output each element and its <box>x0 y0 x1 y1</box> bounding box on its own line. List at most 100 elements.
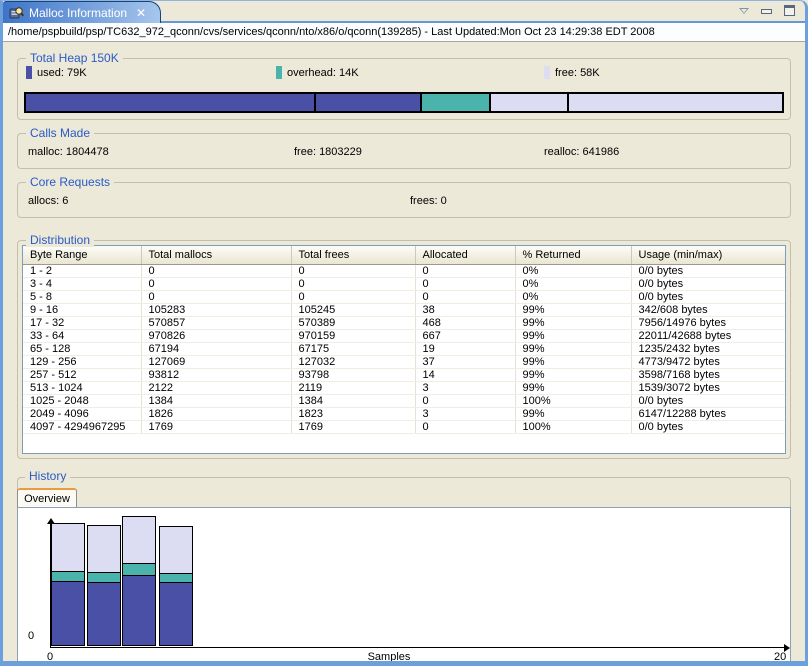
history-bar-segment-overhead <box>122 564 156 576</box>
table-cell: 99% <box>515 355 631 368</box>
column-header[interactable]: Allocated <box>415 246 515 264</box>
table-cell: 5 - 8 <box>23 290 141 303</box>
table-cell: 105283 <box>141 303 291 316</box>
table-row[interactable]: 257 - 51293812937981499%3598/7168 bytes <box>23 368 785 381</box>
column-header[interactable]: % Returned <box>515 246 631 264</box>
table-cell: 0 <box>415 277 515 290</box>
table-cell: 37 <box>415 355 515 368</box>
history-group: History Overview 0 0 20 Samples <box>17 477 791 666</box>
free-color-chip <box>544 66 550 79</box>
x-axis-line <box>50 647 788 648</box>
table-cell: 99% <box>515 342 631 355</box>
table-row[interactable]: 129 - 2561270691270323799%4773/9472 byte… <box>23 355 785 368</box>
table-row[interactable]: 5 - 80000%0/0 bytes <box>23 290 785 303</box>
malloc-information-view: Malloc Information ✕ /home/pspbuild/psp/… <box>0 0 808 666</box>
history-bar-segment-free <box>87 525 121 573</box>
table-cell: 129 - 256 <box>23 355 141 368</box>
maximize-icon[interactable] <box>784 5 795 16</box>
history-chart-bars <box>51 506 251 646</box>
table-cell: 0 <box>415 420 515 433</box>
table-cell: 14 <box>415 368 515 381</box>
column-header[interactable]: Total frees <box>291 246 415 264</box>
column-header[interactable]: Byte Range <box>23 246 141 264</box>
table-cell: 38 <box>415 303 515 316</box>
heap-bar-segment-overhead <box>421 93 491 112</box>
table-row[interactable]: 65 - 12867194671751999%1235/2432 bytes <box>23 342 785 355</box>
distribution-header-row: Byte RangeTotal mallocsTotal freesAlloca… <box>23 246 785 264</box>
table-cell: 100% <box>515 420 631 433</box>
target-path-bar: /home/pspbuild/psp/TC632_972_qconn/cvs/s… <box>3 23 805 42</box>
history-bar-segment-used <box>122 576 156 646</box>
overview-tab-label: Overview <box>24 493 70 505</box>
table-cell: 513 - 1024 <box>23 381 141 394</box>
table-cell: 67194 <box>141 342 291 355</box>
table-row[interactable]: 4097 - 4294967295176917690100%0/0 bytes <box>23 420 785 433</box>
history-chart-panel: 0 0 20 Samples <box>17 507 791 666</box>
distribution-body: 1 - 20000%0/0 bytes3 - 40000%0/0 bytes5 … <box>23 264 785 433</box>
table-row[interactable]: 3 - 40000%0/0 bytes <box>23 277 785 290</box>
total-heap-group: Total Heap 150K used: 79K overhead: 14K … <box>17 58 791 120</box>
table-cell: 4773/9472 bytes <box>631 355 785 368</box>
table-cell: 257 - 512 <box>23 368 141 381</box>
history-bar-segment-overhead <box>159 574 193 583</box>
table-cell: 0 <box>141 277 291 290</box>
core-requests-group: Core Requests allocs: 6 frees: 0 <box>17 182 791 218</box>
table-row[interactable]: 513 - 102421222119399%1539/3072 bytes <box>23 381 785 394</box>
table-cell: 0 <box>415 290 515 303</box>
table-cell: 1384 <box>141 394 291 407</box>
table-row[interactable]: 9 - 161052831052453899%342/608 bytes <box>23 303 785 316</box>
core-frees-count: frees: 0 <box>410 195 447 207</box>
table-row[interactable]: 2049 - 409618261823399%6147/12288 bytes <box>23 407 785 420</box>
malloc-count: malloc: 1804478 <box>28 146 109 158</box>
heap-bar-segment-free <box>568 93 783 112</box>
heap-bar-segment-used <box>25 93 315 112</box>
x-axis-end-label: 20 <box>774 651 786 663</box>
used-color-chip <box>26 66 32 79</box>
column-header[interactable]: Usage (min/max) <box>631 246 785 264</box>
table-cell: 22011/42688 bytes <box>631 329 785 342</box>
minimize-icon[interactable] <box>761 9 772 14</box>
table-cell: 0 <box>291 277 415 290</box>
distribution-group: Distribution Byte RangeTotal mallocsTota… <box>17 240 791 459</box>
table-cell: 65 - 128 <box>23 342 141 355</box>
x-axis-title: Samples <box>18 651 760 663</box>
table-row[interactable]: 33 - 6497082697015966799%22011/42688 byt… <box>23 329 785 342</box>
table-row[interactable]: 1025 - 2048138413840100%0/0 bytes <box>23 394 785 407</box>
table-cell: 99% <box>515 329 631 342</box>
table-cell: 9 - 16 <box>23 303 141 316</box>
table-cell: 2049 - 4096 <box>23 407 141 420</box>
free-count: free: 1803229 <box>294 146 362 158</box>
history-bar-segment-overhead <box>51 572 85 582</box>
table-cell: 127032 <box>291 355 415 368</box>
view-title-bar: Malloc Information ✕ <box>3 1 805 23</box>
table-cell: 127069 <box>141 355 291 368</box>
table-cell: 19 <box>415 342 515 355</box>
table-cell: 67175 <box>291 342 415 355</box>
table-cell: 2119 <box>291 381 415 394</box>
view-menu-icon[interactable] <box>739 8 749 14</box>
table-row[interactable]: 1 - 20000%0/0 bytes <box>23 264 785 277</box>
column-header[interactable]: Total mallocs <box>141 246 291 264</box>
distribution-table: Byte RangeTotal mallocsTotal freesAlloca… <box>22 245 786 454</box>
legend-label: used: 79K <box>37 67 87 79</box>
table-row[interactable]: 17 - 3257085757038946899%7956/14976 byte… <box>23 316 785 329</box>
close-icon[interactable]: ✕ <box>136 6 146 20</box>
table-cell: 7956/14976 bytes <box>631 316 785 329</box>
history-bar <box>159 526 193 646</box>
table-cell: 0 <box>415 264 515 277</box>
heap-usage-bar <box>24 92 784 113</box>
history-title: History <box>25 469 70 483</box>
table-cell: 3 <box>415 381 515 394</box>
tab-malloc-information[interactable]: Malloc Information ✕ <box>3 1 161 23</box>
table-cell: 6147/12288 bytes <box>631 407 785 420</box>
table-cell: 1025 - 2048 <box>23 394 141 407</box>
table-cell: 570857 <box>141 316 291 329</box>
table-cell: 1769 <box>291 420 415 433</box>
heap-bar-segment-free <box>490 93 568 112</box>
tab-overview[interactable]: Overview <box>17 488 77 507</box>
malloc-view-icon <box>9 6 24 20</box>
table-cell: 99% <box>515 368 631 381</box>
table-cell: 0% <box>515 290 631 303</box>
table-cell: 468 <box>415 316 515 329</box>
history-bar-segment-free <box>51 523 85 572</box>
